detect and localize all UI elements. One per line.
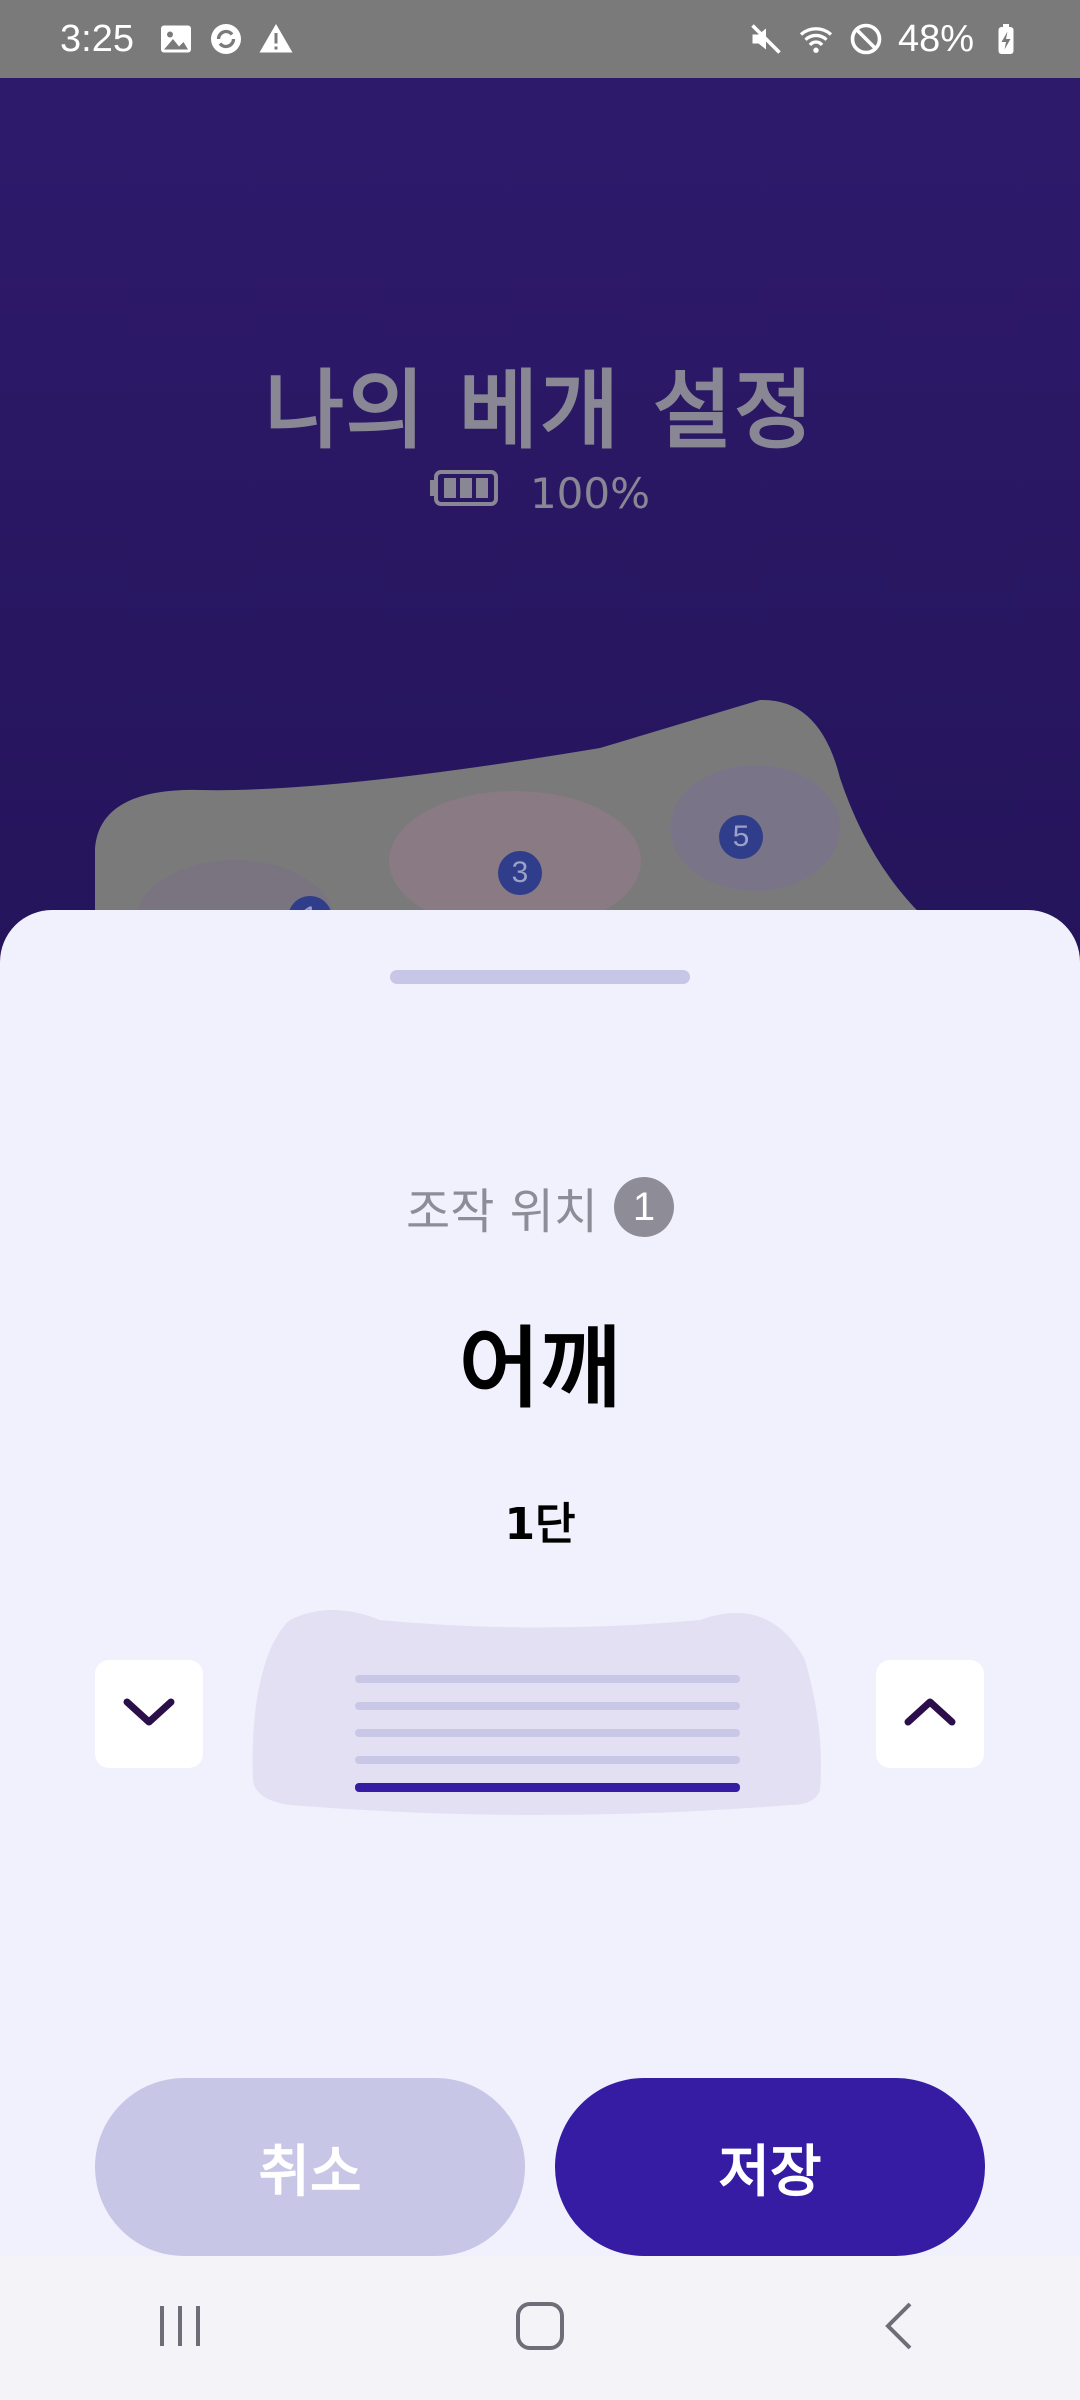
level-line bbox=[355, 1729, 740, 1737]
home-button[interactable] bbox=[480, 2278, 600, 2378]
warning-icon bbox=[258, 21, 294, 57]
status-bar: 3:25 48% bbox=[0, 0, 1080, 78]
background-page: 나의 베개 설정 100% 1 3 5 bbox=[0, 78, 1080, 1018]
image-icon bbox=[158, 21, 194, 57]
chevron-down-icon bbox=[119, 1692, 179, 1736]
mute-icon bbox=[748, 21, 784, 57]
level-line bbox=[355, 1756, 740, 1764]
level-line bbox=[355, 1783, 740, 1792]
zone-marker-label: 5 bbox=[732, 820, 750, 853]
chevron-up-icon bbox=[900, 1692, 960, 1736]
cancel-button[interactable]: 취소 bbox=[95, 2078, 525, 2256]
cancel-button-label: 취소 bbox=[258, 2139, 362, 2205]
status-time: 3:25 bbox=[60, 17, 134, 60]
sheet-drag-handle[interactable] bbox=[390, 970, 690, 984]
level-down-button[interactable] bbox=[95, 1660, 203, 1768]
battery-percent: 48% bbox=[897, 17, 974, 60]
body-part-title: 어깨 bbox=[459, 1317, 621, 1420]
zone-marker-5[interactable]: 5 bbox=[719, 815, 763, 859]
recent-apps-button[interactable] bbox=[120, 2278, 240, 2378]
sync-icon bbox=[208, 21, 244, 57]
bottom-sheet: 조작 위치 1 어깨 1단 취소 저장 bbox=[0, 910, 1080, 2256]
height-level: 1단 bbox=[504, 1499, 576, 1550]
control-location: 조작 위치 1 bbox=[0, 1172, 1080, 1242]
control-location-label: 조작 위치 bbox=[406, 1184, 598, 1240]
zone-marker-3[interactable]: 3 bbox=[498, 851, 542, 895]
pillow-level-graphic bbox=[252, 1610, 821, 1815]
save-button-label: 저장 bbox=[718, 2139, 822, 2205]
zone-marker-label: 3 bbox=[511, 856, 529, 889]
recent-apps-icon bbox=[150, 2296, 210, 2360]
home-icon bbox=[510, 2296, 570, 2360]
wifi-icon bbox=[798, 21, 834, 57]
navigation-bar bbox=[0, 2256, 1080, 2400]
back-button[interactable] bbox=[840, 2278, 960, 2378]
level-line bbox=[355, 1702, 740, 1710]
do-not-disturb-icon bbox=[848, 21, 884, 57]
back-icon bbox=[870, 2296, 930, 2360]
control-location-badge: 1 bbox=[613, 1177, 674, 1237]
battery-charging-icon bbox=[988, 21, 1024, 57]
save-button[interactable]: 저장 bbox=[555, 2078, 985, 2256]
level-up-button[interactable] bbox=[876, 1660, 984, 1768]
level-line bbox=[355, 1675, 740, 1683]
